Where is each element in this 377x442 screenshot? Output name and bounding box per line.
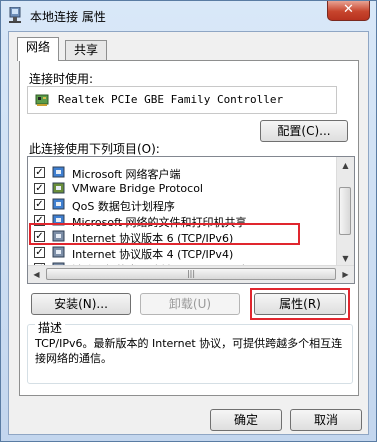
horizontal-scroll-thumb[interactable]: ||| <box>46 268 336 280</box>
scroll-right-icon[interactable]: ▶ <box>337 266 354 283</box>
component-list[interactable]: ✓ Microsoft 网络客户端 ✓ VMware Bridge Protocol ✓… <box>27 156 355 284</box>
checkbox[interactable]: ✓ <box>34 199 45 210</box>
horizontal-scrollbar[interactable]: ◀ ||| ▶ <box>28 265 354 283</box>
component-list-item[interactable]: ✓ QoS 数据包计划程序 <box>28 197 338 213</box>
checkbox[interactable]: ✓ <box>34 167 45 178</box>
items-label: 此连接使用下列项目(O): <box>29 142 160 156</box>
vertical-scroll-thumb[interactable] <box>339 187 351 235</box>
adapter-name: Realtek PCIe GBE Family Controller <box>58 93 284 106</box>
component-list-item[interactable]: ✓ Internet 协议版本 4 (TCP/IPv4) <box>28 245 338 261</box>
install-button[interactable]: 安装(N)... <box>31 293 131 315</box>
protocol-icon <box>52 182 65 194</box>
component-list-item[interactable]: ✓ Microsoft 网络客户端 <box>28 165 338 181</box>
service-icon <box>52 198 65 210</box>
window-title: 本地连接 属性 <box>30 10 106 24</box>
dialog-body: 网络 共享 连接时使用: Realtek PCIe GBE Family Con… <box>8 31 369 435</box>
configure-button[interactable]: 配置(C)... <box>260 120 348 142</box>
scroll-up-icon[interactable]: ▲ <box>337 157 354 174</box>
ok-button[interactable]: 确定 <box>210 409 282 431</box>
component-list-item[interactable]: ✓ VMware Bridge Protocol <box>28 181 338 197</box>
network-card-icon <box>35 94 49 106</box>
connect-using-label: 连接时使用: <box>29 72 94 86</box>
close-button[interactable]: ✕ <box>327 1 370 21</box>
checkbox[interactable]: ✓ <box>34 183 45 194</box>
checkbox[interactable]: ✓ <box>34 247 45 258</box>
description-title: 描述 <box>35 319 66 336</box>
protocol-icon <box>52 246 65 258</box>
component-label: QoS 数据包计划程序 <box>72 200 175 213</box>
vertical-scrollbar[interactable]: ▲ ▼ <box>336 157 354 267</box>
title-bar[interactable]: 本地连接 属性 ✕ <box>1 1 376 31</box>
component-label: Microsoft 网络客户端 <box>72 168 181 181</box>
description-text: TCP/IPv6。最新版本的 Internet 协议，可提供跨越多个相互连接网络… <box>35 337 343 365</box>
tab-sharing[interactable]: 共享 <box>65 40 108 60</box>
highlight-properties-frame <box>250 288 350 320</box>
network-client-icon <box>52 166 65 178</box>
component-label: Internet 协议版本 4 (TCP/IPv4) <box>72 248 234 261</box>
scroll-left-icon[interactable]: ◀ <box>28 266 45 283</box>
component-label: VMware Bridge Protocol <box>72 182 203 195</box>
tab-network[interactable]: 网络 <box>17 37 60 61</box>
cancel-button[interactable]: 取消 <box>290 409 362 431</box>
network-adapter-icon <box>9 7 21 23</box>
uninstall-button[interactable]: 卸载(U) <box>140 293 240 315</box>
properties-dialog: 本地连接 属性 ✕ 网络 共享 连接时使用: Realtek PCIe GBE … <box>0 0 377 442</box>
adapter-field: Realtek PCIe GBE Family Controller <box>27 86 337 114</box>
highlight-ipv6-frame <box>29 223 300 245</box>
